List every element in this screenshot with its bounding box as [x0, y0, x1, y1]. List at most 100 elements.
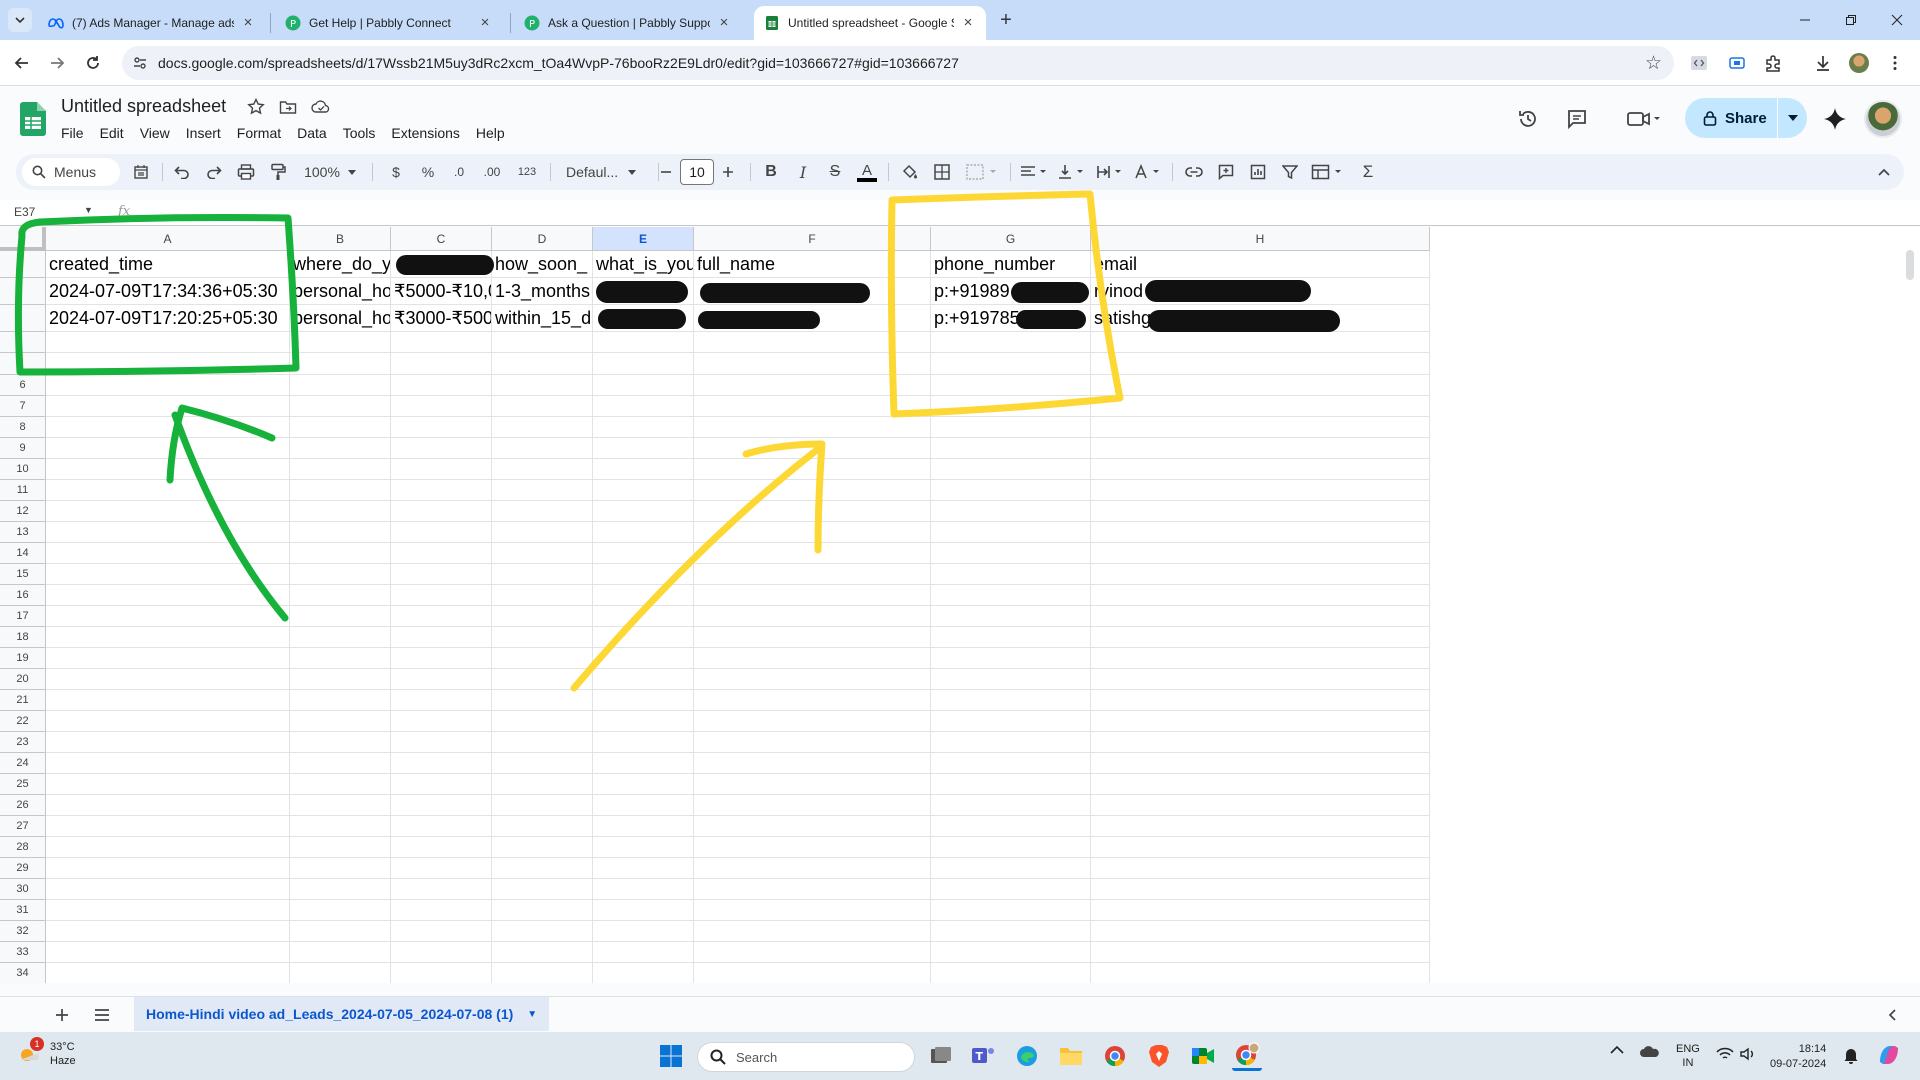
- empty-cell[interactable]: [492, 963, 593, 983]
- decrease-decimal-button[interactable]: .0: [446, 160, 472, 184]
- teams-icon[interactable]: T: [968, 1041, 998, 1071]
- empty-cell[interactable]: [391, 353, 492, 375]
- forward-button[interactable]: [45, 51, 69, 75]
- number-format-button[interactable]: 123: [512, 160, 542, 184]
- empty-cell[interactable]: [931, 795, 1091, 816]
- empty-cell[interactable]: [1091, 774, 1430, 795]
- menu-view[interactable]: View: [132, 123, 178, 143]
- share-button[interactable]: Share: [1685, 98, 1807, 138]
- cell-a3[interactable]: 2024-07-09T17:20:25+05:30: [46, 305, 290, 332]
- empty-cell[interactable]: [46, 543, 290, 564]
- sheets-logo-icon[interactable]: [20, 102, 46, 136]
- empty-cell[interactable]: [593, 690, 694, 711]
- star-icon[interactable]: [246, 97, 266, 117]
- empty-cell[interactable]: [694, 501, 931, 522]
- empty-cell[interactable]: [593, 501, 694, 522]
- row-header[interactable]: 30: [0, 879, 46, 900]
- empty-cell[interactable]: [290, 837, 391, 858]
- empty-cell[interactable]: [1091, 858, 1430, 879]
- empty-cell[interactable]: [1091, 627, 1430, 648]
- download-icon[interactable]: [1812, 52, 1834, 74]
- empty-cell[interactable]: [694, 396, 931, 417]
- column-header-d[interactable]: D: [492, 227, 593, 251]
- cell-b1[interactable]: where_do_you: [290, 251, 391, 278]
- row-header[interactable]: 32: [0, 921, 46, 942]
- empty-cell[interactable]: [1091, 816, 1430, 837]
- empty-cell[interactable]: [492, 942, 593, 963]
- empty-cell[interactable]: [492, 669, 593, 690]
- empty-cell[interactable]: [492, 396, 593, 417]
- row-header[interactable]: 34: [0, 963, 46, 983]
- empty-cell[interactable]: [931, 396, 1091, 417]
- empty-cell[interactable]: [1091, 564, 1430, 585]
- column-header-b[interactable]: B: [290, 227, 391, 251]
- empty-cell[interactable]: [492, 711, 593, 732]
- share-main-button[interactable]: Share: [1685, 98, 1777, 138]
- redo-icon[interactable]: [202, 160, 226, 184]
- empty-cell[interactable]: [931, 669, 1091, 690]
- extension-code-icon[interactable]: [1688, 52, 1710, 74]
- empty-cell[interactable]: [391, 816, 492, 837]
- chrome-profile-icon[interactable]: [1232, 1041, 1262, 1071]
- empty-cell[interactable]: [391, 459, 492, 480]
- empty-cell[interactable]: [931, 438, 1091, 459]
- sheet-tab-active[interactable]: Home-Hindi video ad_Leads_2024-07-05_202…: [134, 997, 550, 1031]
- cloud-status-icon[interactable]: [311, 97, 331, 117]
- menu-edit[interactable]: Edit: [92, 123, 132, 143]
- filter-icon[interactable]: [1278, 160, 1302, 184]
- add-sheet-button[interactable]: [50, 1003, 74, 1027]
- empty-cell[interactable]: [694, 858, 931, 879]
- minimize-button[interactable]: [1782, 0, 1828, 40]
- empty-cell[interactable]: [593, 564, 694, 585]
- empty-cell[interactable]: [492, 795, 593, 816]
- row-header[interactable]: 21: [0, 690, 46, 711]
- empty-cell[interactable]: [290, 774, 391, 795]
- file-explorer-icon[interactable]: [1056, 1041, 1086, 1071]
- empty-cell[interactable]: [46, 564, 290, 585]
- empty-cell[interactable]: [391, 921, 492, 942]
- empty-cell[interactable]: [694, 837, 931, 858]
- empty-cell[interactable]: [593, 522, 694, 543]
- borders-icon[interactable]: [930, 160, 954, 184]
- empty-cell[interactable]: [290, 963, 391, 983]
- row-header[interactable]: [0, 332, 46, 353]
- empty-cell[interactable]: [290, 648, 391, 669]
- empty-cell[interactable]: [290, 332, 391, 353]
- empty-cell[interactable]: [1091, 900, 1430, 921]
- cell-h1[interactable]: email: [1091, 251, 1430, 278]
- empty-cell[interactable]: [593, 417, 694, 438]
- collapse-toolbar-icon[interactable]: [1872, 160, 1896, 184]
- empty-cell[interactable]: [1091, 459, 1430, 480]
- row-header[interactable]: 9: [0, 438, 46, 459]
- empty-cell[interactable]: [46, 816, 290, 837]
- table-view-icon[interactable]: [1308, 160, 1348, 184]
- browser-menu-icon[interactable]: [1884, 52, 1906, 74]
- vertical-align-icon[interactable]: [1056, 160, 1090, 184]
- empty-cell[interactable]: [931, 606, 1091, 627]
- empty-cell[interactable]: [694, 816, 931, 837]
- empty-cell[interactable]: [1091, 942, 1430, 963]
- empty-cell[interactable]: [694, 353, 931, 375]
- close-icon[interactable]: ×: [716, 15, 732, 31]
- volume-icon[interactable]: [1740, 1047, 1756, 1064]
- close-icon[interactable]: ×: [477, 15, 493, 31]
- row-header[interactable]: 6: [0, 375, 46, 396]
- empty-cell[interactable]: [492, 921, 593, 942]
- empty-cell[interactable]: [290, 417, 391, 438]
- empty-cell[interactable]: [492, 375, 593, 396]
- text-rotation-icon[interactable]: [1132, 160, 1166, 184]
- empty-cell[interactable]: [391, 627, 492, 648]
- empty-cell[interactable]: [931, 942, 1091, 963]
- cell-a2[interactable]: 2024-07-09T17:34:36+05:30: [46, 278, 290, 305]
- empty-cell[interactable]: [1091, 837, 1430, 858]
- empty-cell[interactable]: [593, 774, 694, 795]
- empty-cell[interactable]: [46, 627, 290, 648]
- currency-format-button[interactable]: $: [386, 160, 406, 184]
- empty-cell[interactable]: [391, 942, 492, 963]
- empty-cell[interactable]: [290, 669, 391, 690]
- row-header[interactable]: 13: [0, 522, 46, 543]
- empty-cell[interactable]: [694, 963, 931, 983]
- empty-cell[interactable]: [290, 879, 391, 900]
- empty-cell[interactable]: [694, 585, 931, 606]
- close-icon[interactable]: ×: [960, 15, 976, 31]
